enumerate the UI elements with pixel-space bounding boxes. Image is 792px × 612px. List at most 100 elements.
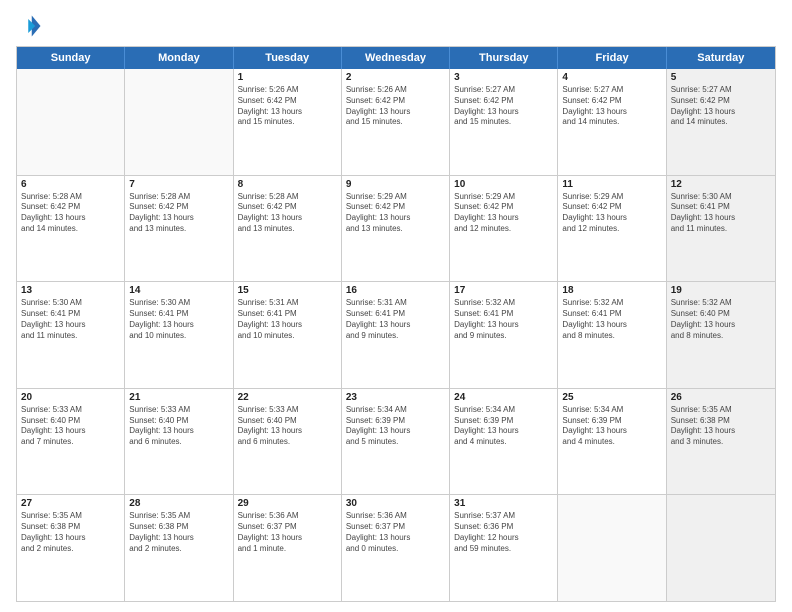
cell-info: Sunrise: 5:35 AM Sunset: 6:38 PM Dayligh… [21, 511, 120, 554]
calendar-cell [125, 69, 233, 175]
calendar-cell: 15 Sunrise: 5:31 AM Sunset: 6:41 PM Dayli… [234, 282, 342, 388]
calendar-cell: 8 Sunrise: 5:28 AM Sunset: 6:42 PM Daylig… [234, 176, 342, 282]
calendar-cell [667, 495, 775, 601]
day-number: 25 [562, 392, 661, 403]
day-number: 20 [21, 392, 120, 403]
calendar-cell [558, 495, 666, 601]
calendar-cell: 2 Sunrise: 5:26 AM Sunset: 6:42 PM Daylig… [342, 69, 450, 175]
day-number: 14 [129, 285, 228, 296]
day-number: 15 [238, 285, 337, 296]
day-number: 2 [346, 72, 445, 83]
calendar-cell: 24 Sunrise: 5:34 AM Sunset: 6:39 PM Dayli… [450, 389, 558, 495]
calendar-cell: 26 Sunrise: 5:35 AM Sunset: 6:38 PM Dayli… [667, 389, 775, 495]
calendar-row: 1 Sunrise: 5:26 AM Sunset: 6:42 PM Daylig… [17, 69, 775, 176]
day-number: 21 [129, 392, 228, 403]
calendar-cell: 27 Sunrise: 5:35 AM Sunset: 6:38 PM Dayli… [17, 495, 125, 601]
cell-info: Sunrise: 5:34 AM Sunset: 6:39 PM Dayligh… [562, 405, 661, 448]
header-cell-friday: Friday [558, 47, 666, 69]
calendar-cell: 17Sunrise: 5:32 AM Sunset: 6:41 PM Dayli… [450, 282, 558, 388]
header [16, 12, 776, 40]
calendar-cell [17, 69, 125, 175]
calendar-row: 13 Sunrise: 5:30 AM Sunset: 6:41 PM Dayli… [17, 282, 775, 389]
cell-info: Sunrise: 5:30 AM Sunset: 6:41 PM Dayligh… [21, 298, 120, 341]
calendar-cell: 25 Sunrise: 5:34 AM Sunset: 6:39 PM Dayli… [558, 389, 666, 495]
calendar-row: 27 Sunrise: 5:35 AM Sunset: 6:38 PM Dayli… [17, 495, 775, 601]
header-cell-thursday: Thursday [450, 47, 558, 69]
day-number: 10 [454, 179, 553, 190]
calendar-cell: 16 Sunrise: 5:31 AM Sunset: 6:41 PM Dayli… [342, 282, 450, 388]
day-number: 1 [238, 72, 337, 83]
logo [16, 12, 46, 40]
calendar-body: 1 Sunrise: 5:26 AM Sunset: 6:42 PM Daylig… [17, 69, 775, 601]
cell-info: Sunrise: 5:33 AM Sunset: 6:40 PM Dayligh… [238, 405, 337, 448]
day-number: 19 [671, 285, 771, 296]
day-number: 27 [21, 498, 120, 509]
cell-info: Sunrise: 5:30 AM Sunset: 6:41 PM Dayligh… [129, 298, 228, 341]
calendar: SundayMondayTuesdayWednesdayThursdayFrid… [16, 46, 776, 602]
calendar-cell: 21 Sunrise: 5:33 AM Sunset: 6:40 PM Dayli… [125, 389, 233, 495]
calendar-cell: 4 Sunrise: 5:27 AM Sunset: 6:42 PM Daylig… [558, 69, 666, 175]
logo-icon [16, 12, 44, 40]
calendar-cell: 30 Sunrise: 5:36 AM Sunset: 6:37 PM Dayli… [342, 495, 450, 601]
cell-info: Sunrise: 5:28 AM Sunset: 6:42 PM Dayligh… [129, 192, 228, 235]
calendar-cell: 5Sunrise: 5:27 AM Sunset: 6:42 PM Daylig… [667, 69, 775, 175]
calendar-cell: 29Sunrise: 5:36 AM Sunset: 6:37 PM Dayli… [234, 495, 342, 601]
calendar-cell: 31Sunrise: 5:37 AM Sunset: 6:36 PM Dayli… [450, 495, 558, 601]
cell-info: Sunrise: 5:37 AM Sunset: 6:36 PM Dayligh… [454, 511, 553, 554]
day-number: 17 [454, 285, 553, 296]
cell-info: Sunrise: 5:35 AM Sunset: 6:38 PM Dayligh… [671, 405, 771, 448]
cell-info: Sunrise: 5:36 AM Sunset: 6:37 PM Dayligh… [346, 511, 445, 554]
cell-info: Sunrise: 5:27 AM Sunset: 6:42 PM Dayligh… [454, 85, 553, 128]
day-number: 6 [21, 179, 120, 190]
day-number: 18 [562, 285, 661, 296]
header-cell-monday: Monday [125, 47, 233, 69]
day-number: 12 [671, 179, 771, 190]
day-number: 8 [238, 179, 337, 190]
calendar-cell: 7Sunrise: 5:28 AM Sunset: 6:42 PM Daylig… [125, 176, 233, 282]
cell-info: Sunrise: 5:27 AM Sunset: 6:42 PM Dayligh… [562, 85, 661, 128]
calendar-cell: 18 Sunrise: 5:32 AM Sunset: 6:41 PM Dayli… [558, 282, 666, 388]
calendar-row: 6 Sunrise: 5:28 AM Sunset: 6:42 PM Daylig… [17, 176, 775, 283]
cell-info: Sunrise: 5:31 AM Sunset: 6:41 PM Dayligh… [238, 298, 337, 341]
calendar-cell: 11 Sunrise: 5:29 AM Sunset: 6:42 PM Dayli… [558, 176, 666, 282]
cell-info: Sunrise: 5:33 AM Sunset: 6:40 PM Dayligh… [129, 405, 228, 448]
day-number: 13 [21, 285, 120, 296]
day-number: 11 [562, 179, 661, 190]
day-number: 3 [454, 72, 553, 83]
cell-info: Sunrise: 5:35 AM Sunset: 6:38 PM Dayligh… [129, 511, 228, 554]
day-number: 26 [671, 392, 771, 403]
calendar-cell: 20 Sunrise: 5:33 AM Sunset: 6:40 PM Dayli… [17, 389, 125, 495]
calendar-cell: 19Sunrise: 5:32 AM Sunset: 6:40 PM Dayli… [667, 282, 775, 388]
calendar-cell: 13 Sunrise: 5:30 AM Sunset: 6:41 PM Dayli… [17, 282, 125, 388]
cell-info: Sunrise: 5:31 AM Sunset: 6:41 PM Dayligh… [346, 298, 445, 341]
cell-info: Sunrise: 5:34 AM Sunset: 6:39 PM Dayligh… [454, 405, 553, 448]
day-number: 30 [346, 498, 445, 509]
calendar-cell: 23 Sunrise: 5:34 AM Sunset: 6:39 PM Dayli… [342, 389, 450, 495]
cell-info: Sunrise: 5:27 AM Sunset: 6:42 PM Dayligh… [671, 85, 771, 128]
day-number: 24 [454, 392, 553, 403]
calendar-cell: 9Sunrise: 5:29 AM Sunset: 6:42 PM Daylig… [342, 176, 450, 282]
calendar-cell: 1 Sunrise: 5:26 AM Sunset: 6:42 PM Daylig… [234, 69, 342, 175]
cell-info: Sunrise: 5:26 AM Sunset: 6:42 PM Dayligh… [238, 85, 337, 128]
header-cell-sunday: Sunday [17, 47, 125, 69]
header-cell-tuesday: Tuesday [234, 47, 342, 69]
calendar-cell: 3 Sunrise: 5:27 AM Sunset: 6:42 PM Daylig… [450, 69, 558, 175]
cell-info: Sunrise: 5:26 AM Sunset: 6:42 PM Dayligh… [346, 85, 445, 128]
cell-info: Sunrise: 5:29 AM Sunset: 6:42 PM Dayligh… [562, 192, 661, 235]
calendar-cell: 10 Sunrise: 5:29 AM Sunset: 6:42 PM Dayli… [450, 176, 558, 282]
cell-info: Sunrise: 5:30 AM Sunset: 6:41 PM Dayligh… [671, 192, 771, 235]
day-number: 23 [346, 392, 445, 403]
cell-info: Sunrise: 5:33 AM Sunset: 6:40 PM Dayligh… [21, 405, 120, 448]
day-number: 16 [346, 285, 445, 296]
header-cell-wednesday: Wednesday [342, 47, 450, 69]
cell-info: Sunrise: 5:28 AM Sunset: 6:42 PM Dayligh… [238, 192, 337, 235]
day-number: 4 [562, 72, 661, 83]
calendar-cell: 12 Sunrise: 5:30 AM Sunset: 6:41 PM Dayli… [667, 176, 775, 282]
day-number: 22 [238, 392, 337, 403]
cell-info: Sunrise: 5:34 AM Sunset: 6:39 PM Dayligh… [346, 405, 445, 448]
calendar-row: 20 Sunrise: 5:33 AM Sunset: 6:40 PM Dayli… [17, 389, 775, 496]
day-number: 9 [346, 179, 445, 190]
cell-info: Sunrise: 5:32 AM Sunset: 6:41 PM Dayligh… [562, 298, 661, 341]
cell-info: Sunrise: 5:29 AM Sunset: 6:42 PM Dayligh… [454, 192, 553, 235]
cell-info: Sunrise: 5:28 AM Sunset: 6:42 PM Dayligh… [21, 192, 120, 235]
